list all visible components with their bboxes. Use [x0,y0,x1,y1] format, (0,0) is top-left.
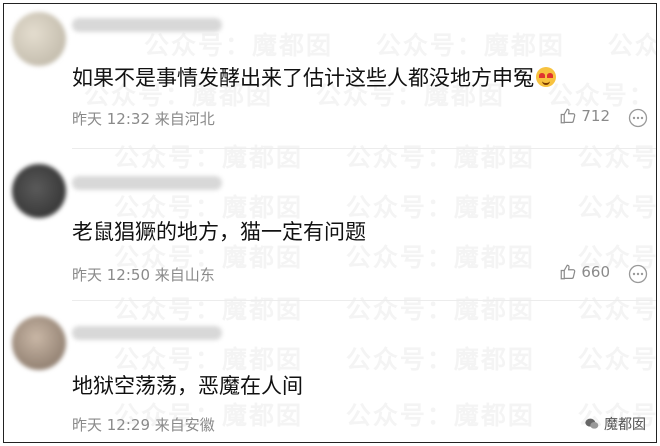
avatar[interactable] [12,316,66,370]
wechat-icon [585,418,599,429]
like-button[interactable]: 660 [559,263,610,281]
avatar[interactable] [12,12,66,66]
comment-text: 老鼠猖獗的地方，猫一定有问题 [72,220,366,244]
avatar[interactable] [12,164,66,218]
comment-meta: 昨天 12:32 来自河北 [72,108,215,129]
watermark: 公众号：魔都囡 公众号：魔都囡 公众号：魔都囡 [144,26,656,62]
comment-text: 地狱空荡荡，恶魔在人间 [72,374,303,398]
divider [72,300,656,301]
brand-name: 魔都囡 [604,417,646,433]
comment-text: 如果不是事情发酵出来了估计这些人都没地方申冤 [72,62,556,92]
like-count: 660 [581,263,610,281]
thumbs-up-icon [561,108,576,124]
username-blurred[interactable] [72,176,222,190]
username-blurred[interactable] [72,18,222,32]
like-button[interactable]: 712 [559,107,610,125]
divider [72,148,656,149]
comment-time: 昨天 12:29 [72,416,150,434]
comment-time: 昨天 12:50 [72,266,150,284]
comment-meta: 昨天 12:29 来自安徽 [72,414,215,435]
brand-mark: 魔都囡 [584,414,646,434]
comment-time: 昨天 12:32 [72,110,150,128]
comment-location: 来自山东 [154,266,215,284]
comment-location: 来自安徽 [154,416,215,434]
more-options-icon[interactable] [628,108,648,128]
username-blurred[interactable] [72,326,222,340]
thumbs-up-icon [561,264,576,280]
more-options-icon[interactable] [628,264,648,284]
laughing-crying-emoji-icon [536,67,556,87]
like-count: 712 [581,107,610,125]
comment-list-frame: 公众号：魔都囡 公众号：魔都囡 公众号：魔都囡 公众号：魔都囡 公众号：魔都囡 … [3,3,657,443]
watermark: 公众号：魔都囡 公众号：魔都囡 公众号：魔都囡 [114,290,656,326]
comment-meta: 昨天 12:50 来自山东 [72,264,215,285]
comment-location: 来自河北 [154,110,215,128]
watermark: 公众号：魔都囡 公众号：魔都囡 公众号：魔都囡 [114,138,656,174]
